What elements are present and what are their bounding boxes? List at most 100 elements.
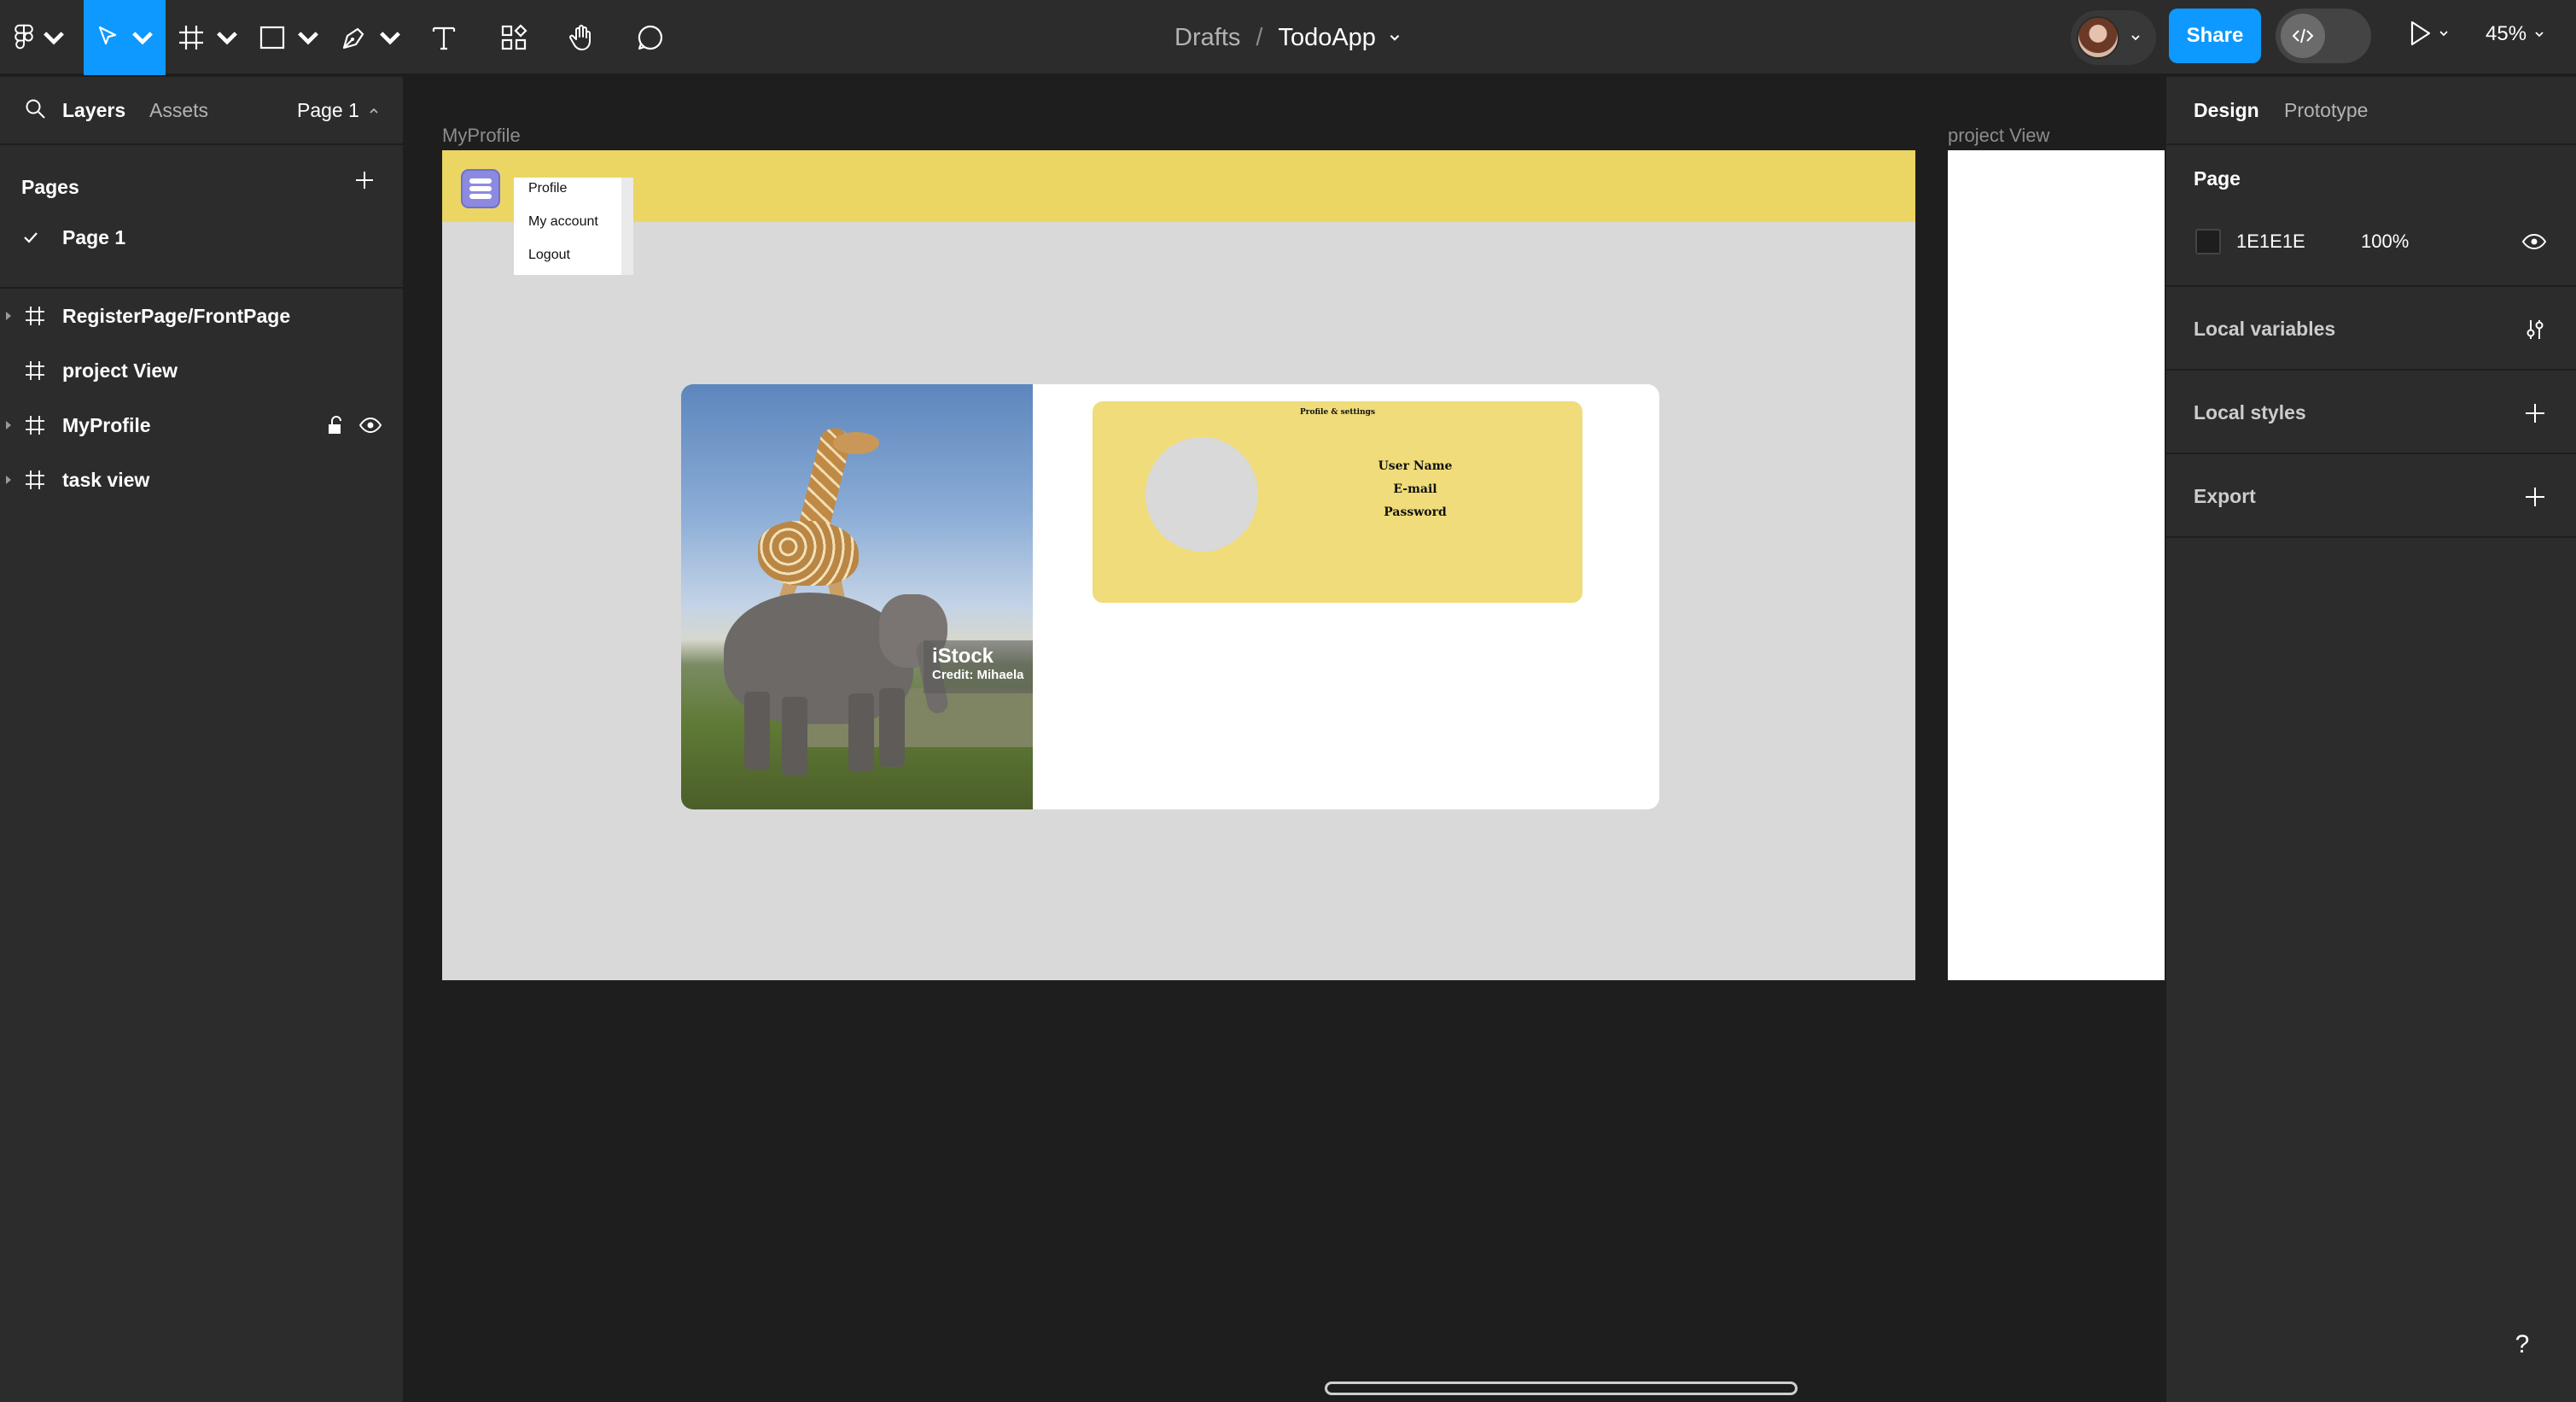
breadcrumb-drafts[interactable]: Drafts xyxy=(1174,24,1240,52)
page-item-page-1[interactable]: Page 1 xyxy=(0,213,405,261)
eye-icon[interactable] xyxy=(2521,232,2547,251)
local-styles-section[interactable]: Local styles xyxy=(2166,372,2576,454)
frame-icon xyxy=(179,26,203,50)
expand-caret-icon[interactable] xyxy=(4,475,13,485)
hand-tool-button[interactable] xyxy=(560,0,604,75)
tab-prototype[interactable]: Prototype xyxy=(2284,99,2368,122)
local-styles-label: Local styles xyxy=(2194,401,2306,424)
text-tool-button[interactable] xyxy=(422,0,466,75)
zoom-menu[interactable]: 45% xyxy=(2486,22,2545,46)
chevron-down-icon[interactable] xyxy=(1388,31,1402,44)
frame-icon xyxy=(26,416,44,435)
right-panel: Design Prototype Page 1E1E1E 100% Local … xyxy=(2165,77,2576,1402)
page-color-swatch[interactable] xyxy=(2195,229,2221,254)
tab-assets[interactable]: Assets xyxy=(149,99,208,122)
chevron-down-icon[interactable] xyxy=(2130,32,2142,44)
help-button[interactable]: ? xyxy=(2497,1319,2548,1370)
dev-mode-toggle[interactable] xyxy=(2276,9,2371,63)
page-selector[interactable]: Page 1 xyxy=(297,99,380,122)
checkmark-icon xyxy=(24,232,38,243)
layer-myprofile[interactable]: MyProfile xyxy=(0,400,405,451)
frame-label-myprofile[interactable]: MyProfile xyxy=(442,125,521,147)
cursor-icon xyxy=(98,26,117,45)
hand-icon xyxy=(569,25,591,50)
menu-item-logout[interactable]: Logout xyxy=(528,248,570,263)
layer-label: project View xyxy=(62,359,178,382)
shape-tool-button[interactable] xyxy=(256,0,324,75)
frame-myprofile[interactable]: Profile My account Logout iStock Credit:… xyxy=(442,150,1915,980)
field-email: E-mail xyxy=(1393,482,1437,496)
add-page-icon[interactable] xyxy=(352,167,377,193)
code-icon xyxy=(2292,28,2314,44)
profile-dropdown-menu: Profile My account Logout xyxy=(514,178,633,275)
menu-item-my-account[interactable]: My account xyxy=(528,214,598,230)
hamburger-menu-icon[interactable] xyxy=(461,169,500,208)
frame-label-project-view[interactable]: project View xyxy=(1948,125,2049,147)
pages-title: Pages xyxy=(21,176,79,198)
frame-project-view[interactable] xyxy=(1948,150,2165,980)
field-user-name: User Name xyxy=(1378,459,1453,473)
export-label: Export xyxy=(2194,485,2256,507)
page-item-label: Page 1 xyxy=(62,225,126,248)
tab-design[interactable]: Design xyxy=(2194,99,2259,122)
comment-icon xyxy=(638,25,663,50)
export-section[interactable]: Export xyxy=(2166,456,2576,538)
file-name[interactable]: TodoApp xyxy=(1278,24,1376,52)
plus-icon[interactable] xyxy=(2523,401,2547,425)
text-icon xyxy=(432,26,456,50)
sliders-icon[interactable] xyxy=(2523,318,2547,342)
page-color-value[interactable]: 1E1E1E xyxy=(2236,231,2305,253)
expand-caret-icon[interactable] xyxy=(4,311,13,321)
layer-label: task view xyxy=(62,468,150,491)
menu-item-profile[interactable]: Profile xyxy=(528,181,567,196)
dev-mode-knob xyxy=(2281,14,2325,58)
avatar[interactable] xyxy=(2077,16,2119,59)
move-tool-button[interactable] xyxy=(84,0,166,75)
pen-tool-button[interactable] xyxy=(338,0,406,75)
layer-registerpage[interactable]: RegisterPage/FrontPage xyxy=(0,290,405,342)
play-icon xyxy=(2410,20,2431,46)
canvas[interactable]: MyProfile project View Profile My accoun… xyxy=(406,77,2165,1402)
eye-icon[interactable] xyxy=(358,416,382,435)
chevron-down-icon xyxy=(2535,32,2544,38)
expand-caret-icon[interactable] xyxy=(4,420,13,430)
layer-project-view[interactable]: project View xyxy=(0,345,405,396)
page-section: Page 1E1E1E 100% xyxy=(2166,147,2576,287)
avatar-placeholder xyxy=(1145,437,1258,552)
unlock-icon[interactable] xyxy=(326,415,345,435)
chevron-down-icon xyxy=(44,32,64,45)
left-panel: Layers Assets Page 1 Pages Page 1 Regist… xyxy=(0,77,405,1402)
layer-task-view[interactable]: task view xyxy=(0,454,405,505)
profile-card: iStock Credit: Mihaela Profile & setting… xyxy=(681,384,1659,809)
page-section-title: Page xyxy=(2194,167,2241,190)
watermark-credit: Credit: Mihaela xyxy=(932,668,1024,682)
present-button[interactable] xyxy=(2407,19,2450,48)
toolbar: Drafts / TodoApp Share 45% xyxy=(0,0,2576,75)
frame-tool-button[interactable] xyxy=(176,0,242,75)
zoom-level: 45% xyxy=(2486,22,2527,45)
horizontal-scrollbar[interactable] xyxy=(1325,1382,1798,1395)
chevron-up-icon xyxy=(370,108,378,114)
tab-layers[interactable]: Layers xyxy=(62,99,125,122)
page-opacity-value[interactable]: 100% xyxy=(2361,231,2409,253)
plus-icon[interactable] xyxy=(2523,485,2547,509)
profile-settings-title: Profile & settings xyxy=(1299,408,1376,417)
comment-tool-button[interactable] xyxy=(628,0,673,75)
figma-logo-icon xyxy=(15,24,33,50)
layer-label: MyProfile xyxy=(62,413,151,436)
chevron-down-icon xyxy=(2439,31,2448,37)
chevron-down-icon xyxy=(380,32,400,45)
field-password: Password xyxy=(1384,505,1447,519)
components-icon xyxy=(501,24,527,50)
giraffe-elephant-photo: iStock Credit: Mihaela xyxy=(681,384,1033,809)
share-button[interactable]: Share xyxy=(2169,9,2261,63)
local-variables-section[interactable]: Local variables xyxy=(2166,289,2576,371)
search-icon[interactable] xyxy=(24,97,48,121)
profile-settings-box: Profile & settings User Name E-mail Pass… xyxy=(1093,401,1582,603)
watermark-brand: iStock xyxy=(932,645,994,668)
chevron-down-icon xyxy=(298,32,318,45)
main-menu-button[interactable] xyxy=(12,0,72,75)
frame-icon xyxy=(26,470,44,489)
page-selector-label: Page 1 xyxy=(297,99,359,121)
resources-button[interactable] xyxy=(492,0,536,75)
